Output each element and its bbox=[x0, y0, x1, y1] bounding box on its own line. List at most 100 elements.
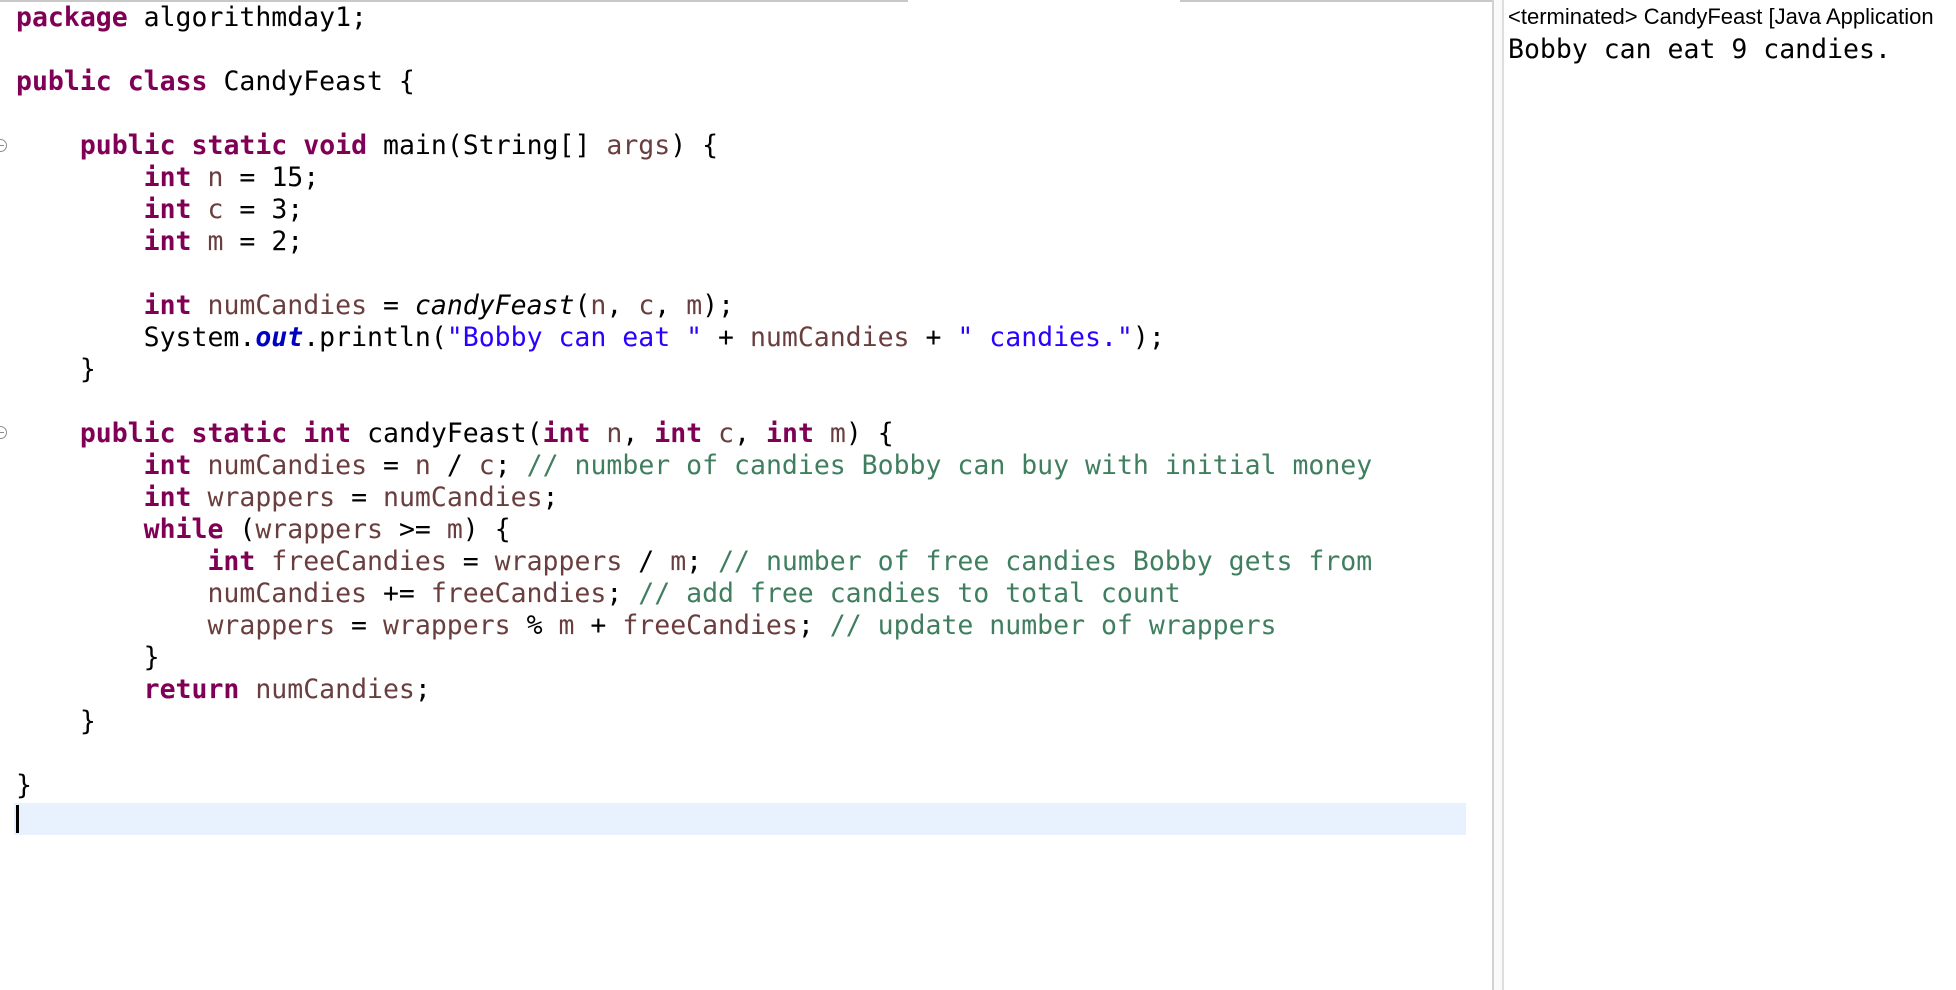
fold-collapse-icon[interactable] bbox=[0, 139, 7, 152]
code-line[interactable]: numCandies += freeCandies; // add free c… bbox=[16, 578, 1372, 610]
code-token: int bbox=[542, 418, 591, 449]
code-token: % bbox=[510, 610, 559, 641]
code-token: n bbox=[207, 162, 224, 193]
code-token: numCandies bbox=[383, 482, 543, 513]
code-token: } bbox=[16, 354, 96, 385]
code-token: numCandies bbox=[255, 674, 415, 705]
code-line[interactable]: wrappers = wrappers % m + freeCandies; /… bbox=[16, 610, 1372, 642]
code-token: wrappers bbox=[382, 610, 511, 641]
code-line[interactable]: while (wrappers >= m) { bbox=[16, 514, 1372, 546]
code-token: void bbox=[303, 130, 368, 161]
code-token: numCandies bbox=[207, 450, 368, 481]
code-line[interactable]: int m = 2; bbox=[16, 226, 1372, 258]
code-line[interactable]: } bbox=[16, 354, 1372, 386]
fold-collapse-icon[interactable] bbox=[0, 426, 7, 439]
code-token: public bbox=[79, 418, 176, 449]
code-token: ( bbox=[223, 514, 256, 545]
code-line[interactable]: int n = 15; bbox=[16, 162, 1372, 194]
code-token: / bbox=[430, 450, 479, 481]
code-token: ; bbox=[797, 610, 830, 641]
code-token: , bbox=[622, 418, 655, 449]
code-line[interactable]: } bbox=[16, 642, 1372, 674]
code-token: c bbox=[718, 418, 735, 449]
code-line[interactable]: } bbox=[16, 706, 1372, 738]
code-line[interactable]: int numCandies = candyFeast(n, c, m); bbox=[16, 290, 1372, 322]
code-token: ; bbox=[542, 482, 559, 513]
code-token: ; bbox=[606, 578, 639, 609]
code-token: out bbox=[255, 322, 304, 353]
code-token: numCandies bbox=[207, 290, 368, 321]
code-token: c bbox=[478, 450, 495, 481]
code-token: = 15; bbox=[223, 162, 320, 193]
console-output[interactable]: Bobby can eat 9 candies. bbox=[1508, 34, 1891, 66]
code-line[interactable]: } bbox=[16, 770, 1372, 802]
console-view[interactable]: <terminated> CandyFeast [Java Applicatio… bbox=[1504, 0, 1956, 990]
code-token: algorithmday1; bbox=[127, 2, 368, 33]
code-token: / bbox=[622, 546, 671, 577]
pane-splitter[interactable] bbox=[1492, 0, 1504, 990]
code-token: numCandies bbox=[749, 322, 910, 353]
code-line[interactable]: int freeCandies = wrappers / m; // numbe… bbox=[16, 546, 1372, 578]
code-token: .println( bbox=[303, 322, 447, 353]
code-text[interactable]: package algorithmday1; public class Candy… bbox=[16, 2, 1372, 834]
code-token: m bbox=[829, 418, 846, 449]
code-token: = bbox=[367, 450, 415, 481]
code-line[interactable] bbox=[16, 98, 1372, 130]
text-caret bbox=[16, 805, 19, 833]
code-token: public bbox=[16, 66, 112, 97]
code-line[interactable]: public static void main(String[] args) { bbox=[16, 130, 1372, 162]
code-token: c bbox=[207, 194, 224, 225]
code-token: } bbox=[16, 770, 32, 801]
code-token: >= bbox=[382, 514, 447, 545]
code-line[interactable]: package algorithmday1; bbox=[16, 2, 1372, 34]
code-line[interactable]: public class CandyFeast { bbox=[16, 66, 1372, 98]
code-token: int bbox=[143, 450, 192, 481]
code-token: numCandies bbox=[207, 578, 367, 609]
code-line[interactable]: public static int candyFeast(int n, int … bbox=[16, 418, 1372, 450]
code-line[interactable] bbox=[16, 386, 1372, 418]
code-token: ; bbox=[686, 546, 719, 577]
code-token: int bbox=[207, 546, 256, 577]
code-token: main(String[] bbox=[367, 130, 607, 161]
code-token: m bbox=[207, 226, 224, 257]
code-line[interactable]: return numCandies; bbox=[16, 674, 1372, 706]
code-token: m bbox=[686, 290, 703, 321]
code-token: + bbox=[702, 322, 750, 353]
code-token: = bbox=[335, 610, 383, 641]
code-token: args bbox=[606, 130, 671, 161]
code-line[interactable] bbox=[16, 34, 1372, 66]
code-token: ; bbox=[414, 674, 431, 705]
code-token: m bbox=[558, 610, 575, 641]
console-header: <terminated> CandyFeast [Java Applicatio… bbox=[1508, 4, 1934, 29]
code-line[interactable]: int numCandies = n / c; // number of can… bbox=[16, 450, 1373, 482]
code-line[interactable] bbox=[16, 258, 1372, 290]
code-line[interactable]: int c = 3; bbox=[16, 194, 1372, 226]
code-token: int bbox=[654, 418, 703, 449]
code-token: ) { bbox=[670, 130, 719, 161]
code-token: " candies." bbox=[957, 322, 1133, 353]
code-token: freeCandies bbox=[622, 610, 798, 641]
code-token: = bbox=[446, 546, 495, 577]
code-token: wrappers bbox=[255, 514, 383, 545]
code-line[interactable] bbox=[16, 802, 1372, 834]
code-line[interactable]: int wrappers = numCandies; bbox=[16, 482, 1372, 514]
code-editor[interactable]: package algorithmday1; public class Candy… bbox=[0, 0, 1492, 990]
code-token: int bbox=[143, 290, 192, 321]
code-token: + bbox=[574, 610, 623, 641]
code-token: // number of candies Bobby can buy with … bbox=[526, 450, 1373, 481]
code-line[interactable]: System.out.println("Bobby can eat " + nu… bbox=[16, 322, 1372, 354]
code-line[interactable] bbox=[16, 738, 1372, 770]
code-token: ( bbox=[574, 290, 591, 321]
